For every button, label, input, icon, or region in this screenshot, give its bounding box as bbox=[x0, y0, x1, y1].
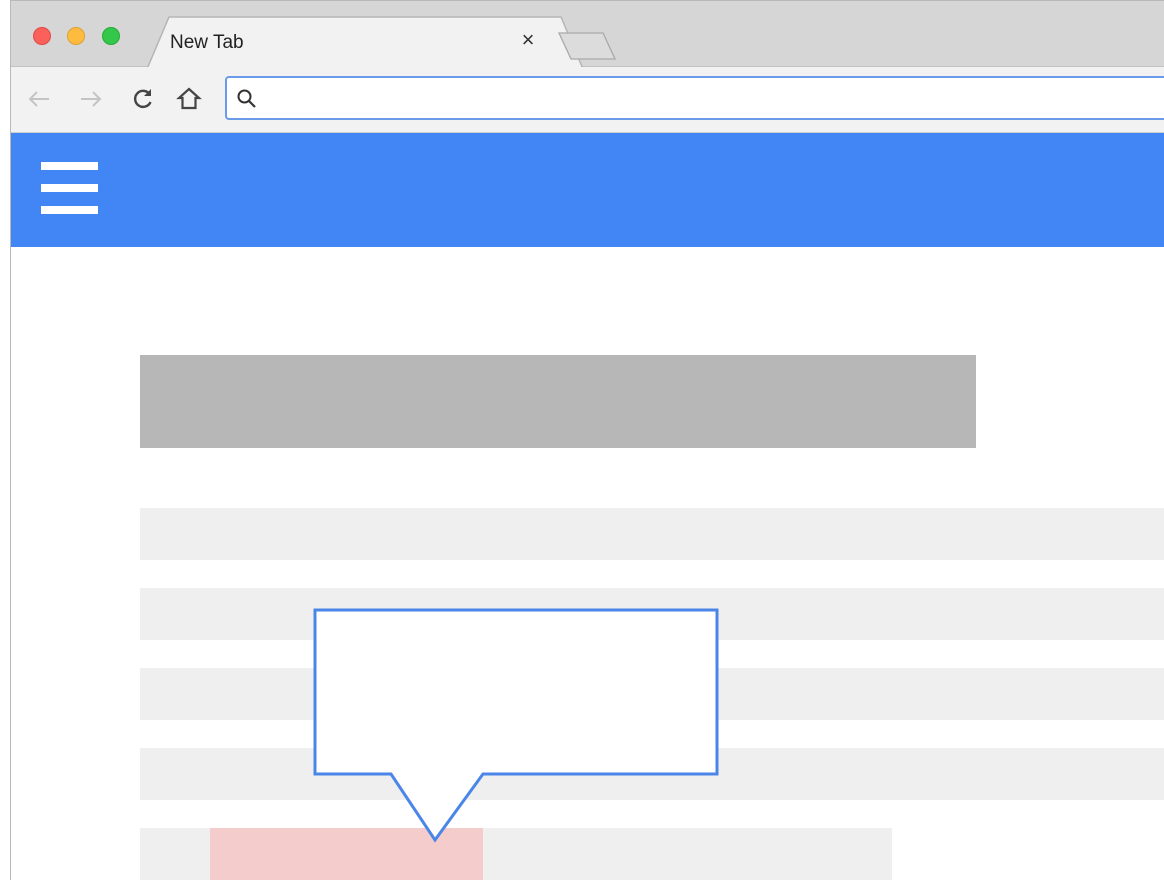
browser-toolbar bbox=[11, 67, 1164, 133]
text-line-placeholder bbox=[140, 508, 1164, 560]
hamburger-menu-icon[interactable] bbox=[41, 162, 98, 216]
window-close-button[interactable] bbox=[33, 27, 51, 45]
address-bar[interactable] bbox=[225, 76, 1164, 120]
reload-icon[interactable] bbox=[129, 85, 157, 113]
tab-strip: New Tab × bbox=[11, 1, 1164, 69]
menu-bar-line bbox=[41, 184, 98, 192]
menu-bar-line bbox=[41, 206, 98, 214]
window-maximize-button[interactable] bbox=[102, 27, 120, 45]
back-arrow-icon[interactable] bbox=[25, 85, 53, 113]
tab-title: New Tab bbox=[170, 32, 244, 53]
new-tab-button[interactable] bbox=[557, 31, 617, 61]
browser-window: New Tab × bbox=[10, 0, 1164, 880]
search-icon bbox=[237, 89, 256, 108]
menu-bar-line bbox=[41, 162, 98, 170]
tab-close-icon[interactable]: × bbox=[517, 29, 539, 51]
tooltip-callout bbox=[313, 608, 719, 843]
app-bar bbox=[11, 133, 1164, 247]
home-icon[interactable] bbox=[175, 85, 203, 113]
window-minimize-button[interactable] bbox=[67, 27, 85, 45]
address-input[interactable] bbox=[267, 84, 1151, 114]
title-placeholder bbox=[140, 355, 976, 448]
forward-arrow-icon[interactable] bbox=[77, 85, 105, 113]
